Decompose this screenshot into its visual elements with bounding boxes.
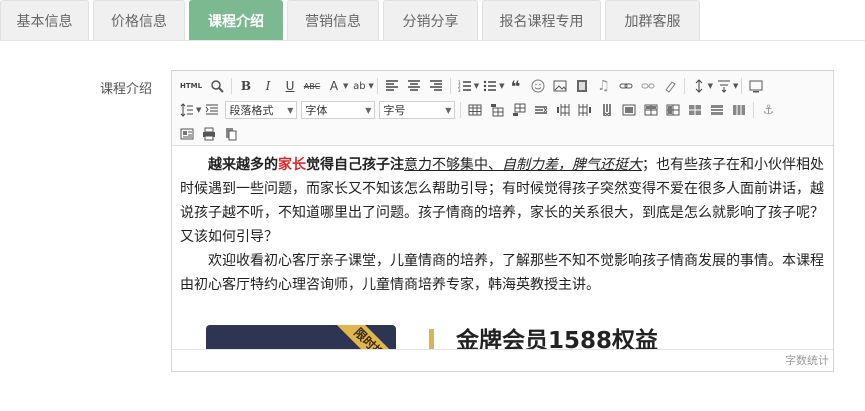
print-icon[interactable] bbox=[200, 125, 218, 143]
tab-basic-info[interactable]: 基本信息 bbox=[0, 0, 89, 40]
tab-enrollment-course[interactable]: 报名课程专用 bbox=[482, 0, 601, 40]
tab-course-intro[interactable]: 课程介绍 bbox=[189, 0, 283, 40]
font-family-select[interactable]: 字体 ▼ bbox=[301, 101, 376, 119]
font-size-select[interactable]: 字号 ▼ bbox=[379, 101, 456, 119]
toolbar-separator bbox=[449, 78, 451, 94]
delete-row-icon[interactable] bbox=[532, 101, 550, 119]
toolbar-separator bbox=[753, 102, 755, 118]
insert-row-before-icon[interactable] bbox=[488, 101, 506, 119]
paragraph-2: 欢迎收看初心客厅亲子课堂，儿童情商的培养，了解那些不知不觉影响孩子情商发展的事情… bbox=[180, 253, 824, 293]
strikethrough-button[interactable]: ABC bbox=[303, 77, 321, 95]
insert-row-after-icon[interactable] bbox=[510, 101, 528, 119]
paragraph-format-select[interactable]: 段落格式 ▼ bbox=[225, 101, 298, 119]
text-bold: 越来越多的 bbox=[208, 157, 278, 173]
split-rows-icon[interactable] bbox=[708, 101, 726, 119]
paste-icon[interactable] bbox=[222, 125, 240, 143]
emoji-icon[interactable] bbox=[529, 77, 547, 95]
anchor-icon[interactable]: ⚓ bbox=[759, 101, 777, 119]
text-italic-underlined: 自制力差，脾气还挺大 bbox=[502, 157, 642, 173]
promo-accent-bar bbox=[429, 329, 434, 351]
toolbar-row-1: HTML B I U ABC A▼ ab▼ 123▼ ▼ ❝ ♫ ▼ bbox=[176, 75, 829, 97]
promo-image: 限时折 bbox=[206, 325, 396, 351]
template-icon[interactable] bbox=[178, 125, 196, 143]
split-columns-icon[interactable] bbox=[730, 101, 748, 119]
toolbar-separator bbox=[376, 78, 378, 94]
align-left-icon[interactable] bbox=[383, 77, 401, 95]
unlink-icon[interactable] bbox=[639, 77, 657, 95]
toolbar-separator bbox=[231, 78, 232, 94]
html-source-button[interactable]: HTML bbox=[178, 77, 204, 95]
merge-cells-icon[interactable] bbox=[620, 101, 638, 119]
indent-icon[interactable] bbox=[203, 101, 221, 119]
bold-button[interactable]: B bbox=[237, 77, 255, 95]
merge-down-icon[interactable] bbox=[664, 101, 682, 119]
font-color-button[interactable]: A bbox=[325, 77, 343, 95]
delete-column-icon[interactable] bbox=[598, 101, 616, 119]
merge-right-icon[interactable] bbox=[642, 101, 660, 119]
promo-title: 金牌会员1588权益 bbox=[456, 328, 659, 351]
blockquote-icon[interactable]: ❝ bbox=[507, 77, 525, 96]
underline-button[interactable]: U bbox=[281, 77, 299, 95]
tab-marketing-info[interactable]: 营销信息 bbox=[287, 0, 379, 40]
highlight-color-button[interactable]: ab bbox=[350, 77, 368, 95]
tab-bar: 基本信息 价格信息 课程介绍 营销信息 分销分享 报名课程专用 加群客服 bbox=[0, 0, 865, 41]
italic-button[interactable]: I bbox=[259, 77, 277, 95]
text-underlined: 意力不够集中、 bbox=[404, 157, 502, 173]
editor-statusbar: 字数统计 bbox=[172, 349, 833, 371]
rich-text-editor: HTML B I U ABC A▼ ab▼ 123▼ ▼ ❝ ♫ ▼ bbox=[171, 70, 834, 372]
align-center-icon[interactable] bbox=[405, 77, 423, 95]
toolbar-separator bbox=[741, 78, 743, 94]
image-icon[interactable] bbox=[551, 77, 569, 95]
fullscreen-icon[interactable] bbox=[747, 77, 765, 95]
editor-content[interactable]: 越来越多的家长觉得自己孩子注意力不够集中、自制力差，脾气还挺大；也有些孩子在和小… bbox=[172, 147, 833, 351]
link-icon[interactable] bbox=[617, 77, 635, 95]
word-count-label: 字数统计 bbox=[785, 354, 829, 367]
paragraph-spacing-icon[interactable] bbox=[715, 77, 733, 95]
insert-table-icon[interactable] bbox=[466, 101, 484, 119]
tab-distribution-share[interactable]: 分销分享 bbox=[383, 0, 478, 40]
eraser-icon[interactable] bbox=[661, 77, 679, 95]
tab-group-service[interactable]: 加群客服 bbox=[605, 0, 700, 40]
tab-price-info[interactable]: 价格信息 bbox=[93, 0, 185, 40]
toolbar-separator bbox=[460, 102, 462, 118]
toolbar-row-3 bbox=[176, 123, 829, 145]
line-height-icon[interactable] bbox=[690, 77, 708, 95]
preview-icon[interactable] bbox=[208, 77, 226, 95]
unordered-list-icon[interactable] bbox=[481, 77, 499, 95]
align-right-icon[interactable] bbox=[427, 77, 445, 95]
field-label-course-intro: 课程介绍 bbox=[100, 82, 153, 97]
paragraph-1: 越来越多的家长觉得自己孩子注意力不够集中、自制力差，脾气还挺大；也有些孩子在和小… bbox=[180, 153, 825, 249]
insert-column-before-icon[interactable] bbox=[554, 101, 572, 119]
toolbar-row-2: ▼ 段落格式 ▼ 字体 ▼ 字号 ▼ ⚓ bbox=[176, 99, 829, 121]
toolbar-separator bbox=[683, 78, 685, 94]
split-cells-icon[interactable] bbox=[686, 101, 704, 119]
text-highlight-red: 家长 bbox=[278, 157, 306, 173]
row-spacing-icon[interactable] bbox=[178, 101, 196, 119]
music-icon[interactable]: ♫ bbox=[595, 77, 613, 95]
text-bold: 觉得自己孩子注 bbox=[306, 157, 404, 173]
video-icon[interactable] bbox=[573, 77, 591, 95]
promo-ribbon: 限时折 bbox=[330, 325, 396, 351]
promo-block: 限时折 金牌会员1588权益 bbox=[180, 325, 825, 351]
svg-text:3: 3 bbox=[458, 88, 461, 93]
editor-toolbar: HTML B I U ABC A▼ ab▼ 123▼ ▼ ❝ ♫ ▼ bbox=[172, 71, 833, 146]
insert-column-after-icon[interactable] bbox=[576, 101, 594, 119]
ordered-list-icon[interactable]: 123 bbox=[456, 77, 474, 95]
